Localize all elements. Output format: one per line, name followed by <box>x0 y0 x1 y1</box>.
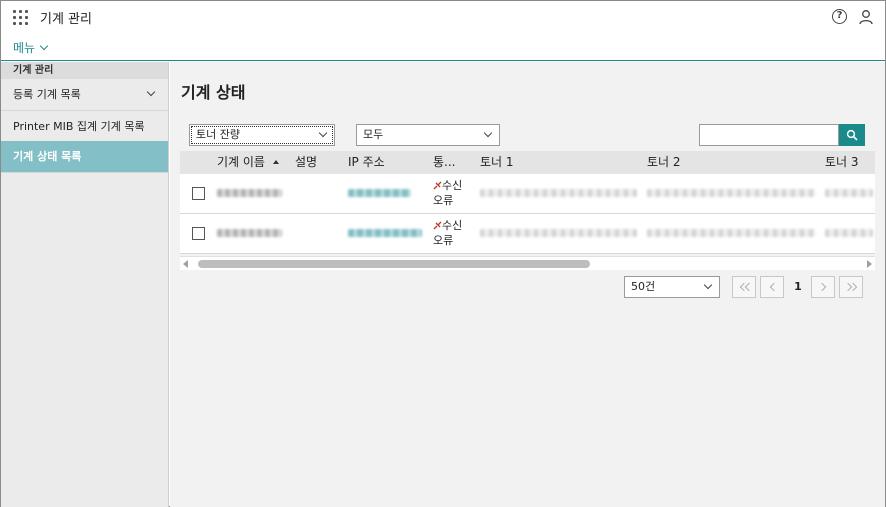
chevron-down-icon <box>146 87 156 97</box>
table-row[interactable]: 수신 오류 <box>180 174 875 214</box>
filter-type-value: 토너 잔량 <box>196 128 240 141</box>
scrollbar-thumb[interactable] <box>198 260 590 268</box>
search-button[interactable] <box>839 124 865 146</box>
sidebar-item-label: Printer MIB 집계 기계 목록 <box>13 120 145 133</box>
table-header: 기계 이름 설명 IP 주소 통... 토너 1 토너 2 토너 3 <box>180 151 875 174</box>
device-name-redacted <box>217 229 282 237</box>
chevron-down-icon <box>483 128 493 138</box>
status-text-line2: 오류 <box>433 194 454 207</box>
sidebar-item-device-status[interactable]: 기계 상태 목록 <box>1 141 168 173</box>
filter-scope-select[interactable]: 모두 <box>356 124 500 146</box>
sidebar-item-registered-devices[interactable]: 등록 기계 목록 <box>1 79 168 111</box>
toner3-level-redacted <box>825 229 873 237</box>
horizontal-scrollbar[interactable] <box>180 256 875 270</box>
sidebar-header: 기계 관리 <box>1 62 168 79</box>
column-header-description[interactable]: 설명 <box>295 151 317 174</box>
toner3-level-redacted <box>825 189 873 197</box>
ip-address-link-redacted[interactable] <box>348 229 422 237</box>
last-page-button[interactable] <box>839 276 863 298</box>
status-text-line1: 수신 <box>442 179 463 192</box>
column-header-toner2[interactable]: 토너 2 <box>647 151 681 174</box>
page-size-select[interactable]: 50건 <box>624 276 720 298</box>
toner1-level-redacted <box>480 229 637 237</box>
device-name-redacted <box>217 189 282 197</box>
scroll-right-arrow-icon[interactable] <box>867 260 872 268</box>
column-header-toner3[interactable]: 토너 3 <box>825 151 859 174</box>
next-page-button[interactable] <box>811 276 835 298</box>
ip-address-link-redacted[interactable] <box>348 189 411 197</box>
page-size-value: 50건 <box>631 280 656 293</box>
sort-ascending-icon <box>272 160 279 164</box>
chevron-right-icon <box>817 282 827 292</box>
page-title: 기계 상태 <box>181 83 246 102</box>
column-header-toner1[interactable]: 토너 1 <box>480 151 514 174</box>
sidebar: 기계 관리 등록 기계 목록 Printer MIB 집계 기계 목록 기계 상… <box>1 62 169 507</box>
row-checkbox[interactable] <box>192 187 205 200</box>
disconnected-icon <box>433 181 442 190</box>
filter-type-select[interactable]: 토너 잔량 <box>189 124 335 146</box>
app-window: 기계 관리 ? 메뉴 기계 관리 등록 기계 목록 Printer MIB 집계… <box>0 0 886 507</box>
filter-scope-value: 모두 <box>363 128 384 141</box>
chevron-down-icon <box>318 128 328 138</box>
column-header-label: 기계 이름 <box>217 155 265 169</box>
column-header-status[interactable]: 통... <box>433 151 455 174</box>
current-page-number[interactable]: 1 <box>790 276 806 298</box>
search-input[interactable] <box>699 124 839 146</box>
main-content: 기계 상태 토너 잔량 모두 기계 이름 설명 IP 주소 통... 토너 1 … <box>170 62 885 507</box>
top-bar: 기계 관리 ? <box>1 1 885 33</box>
double-chevron-left-icon-part <box>744 282 754 292</box>
prev-page-button[interactable] <box>760 276 784 298</box>
menu-dropdown[interactable]: 메뉴 <box>13 39 49 56</box>
app-title: 기계 관리 <box>40 12 92 27</box>
chevron-down-icon <box>39 41 49 51</box>
sidebar-item-label: 기계 상태 목록 <box>13 150 82 163</box>
column-header-name[interactable]: 기계 이름 <box>217 151 279 174</box>
apps-grid-icon[interactable] <box>13 10 29 26</box>
sidebar-item-printer-mib[interactable]: Printer MIB 집계 기계 목록 <box>1 111 168 143</box>
search-icon <box>846 129 858 141</box>
column-header-ip[interactable]: IP 주소 <box>348 151 385 174</box>
menu-bar: 메뉴 <box>1 33 885 61</box>
double-chevron-right-icon-part <box>848 282 858 292</box>
row-checkbox[interactable] <box>192 227 205 240</box>
user-icon[interactable] <box>858 9 874 25</box>
status-text-line1: 수신 <box>442 219 463 232</box>
toner2-level-redacted <box>647 229 815 237</box>
sidebar-item-label: 등록 기계 목록 <box>13 88 81 101</box>
help-icon[interactable]: ? <box>832 9 847 24</box>
first-page-button[interactable] <box>732 276 756 298</box>
menu-label: 메뉴 <box>13 41 36 55</box>
disconnected-icon <box>433 221 442 230</box>
toner2-level-redacted <box>647 189 815 197</box>
toner1-level-redacted <box>480 189 637 197</box>
table-row[interactable]: 수신 오류 <box>180 214 875 254</box>
scroll-left-arrow-icon[interactable] <box>183 260 188 268</box>
status-text-line2: 오류 <box>433 234 454 247</box>
status-cell: 수신 오류 <box>433 178 462 208</box>
status-cell: 수신 오류 <box>433 218 462 248</box>
chevron-down-icon <box>703 280 713 290</box>
chevron-left-icon <box>769 282 779 292</box>
